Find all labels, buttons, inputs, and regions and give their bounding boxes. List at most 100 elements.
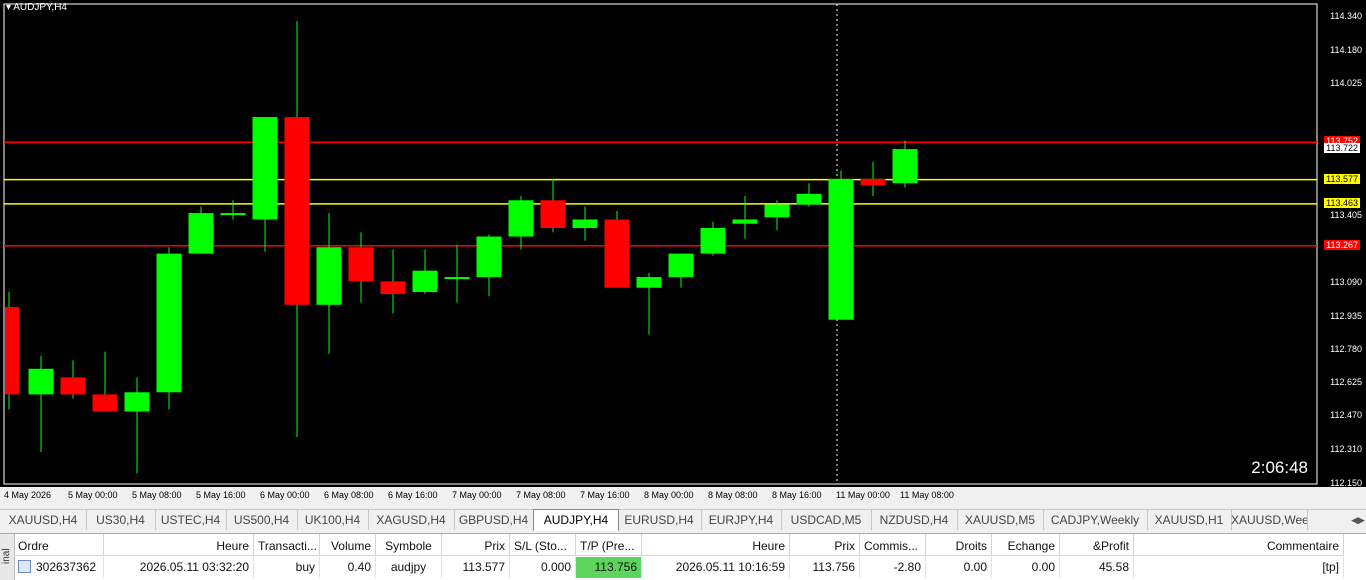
candle-body [732, 219, 758, 224]
terminal-panel: inal Ordre Heure Transacti... Volume Symbole… [0, 533, 1366, 580]
price-level-label: 113.722 [1324, 142, 1360, 153]
time-tick-label: 5 May 16:00 [196, 490, 246, 500]
terminal-side-strip[interactable]: inal [0, 534, 15, 580]
chart-tab[interactable]: US500,H4 [226, 510, 298, 530]
chart-tab[interactable]: UK100,H4 [297, 510, 369, 530]
table-cell: buy [254, 557, 320, 578]
price-tick-label: 112.935 [1330, 310, 1362, 321]
time-tick-label: 11 May 08:00 [900, 490, 954, 500]
price-tick-label: 114.025 [1330, 78, 1362, 88]
candle [636, 272, 662, 335]
candle-body [540, 200, 566, 228]
column-header[interactable]: Heure [104, 534, 254, 556]
candle-body [508, 200, 534, 237]
candle [156, 247, 182, 410]
price-level-label: 113.267 [1324, 239, 1360, 250]
column-header[interactable]: &Profit [1060, 534, 1134, 556]
column-header[interactable]: Echange [992, 534, 1060, 556]
candle [540, 178, 566, 233]
price-tick-label: 112.150 [1330, 478, 1362, 488]
time-tick-label: 4 May 2026 [4, 490, 52, 500]
candle [572, 206, 598, 241]
chart-tab[interactable]: GBPUSD,H4 [454, 510, 534, 530]
chart-tab[interactable]: XAUUSD,H4 [0, 510, 87, 530]
candle-body [188, 213, 214, 254]
candle-body [316, 247, 342, 305]
order-id: 302637362 [36, 560, 97, 574]
chart-tab-bar: XAUUSD,H4 US30,H4 USTEC,H4 US500,H4 UK100,H4… [0, 509, 1366, 531]
candle [124, 377, 150, 474]
candle [828, 170, 854, 320]
column-header[interactable]: Volume [320, 534, 376, 556]
price-tick-label: 112.470 [1330, 409, 1362, 420]
candle [668, 253, 694, 288]
column-header[interactable]: Droits [926, 534, 992, 556]
time-tick-label: 8 May 08:00 [708, 490, 758, 500]
candle-body [572, 219, 598, 228]
candle [732, 196, 758, 239]
time-tick-label: 7 May 00:00 [452, 490, 502, 500]
candle-body [636, 277, 662, 288]
column-header[interactable]: S/L (Sto... [510, 534, 576, 556]
price-level-label: 113.577 [1324, 173, 1360, 184]
column-header[interactable]: Heure [642, 534, 790, 556]
chart-tab[interactable]: CADJPY,Weekly [1043, 510, 1148, 530]
candle-body [252, 117, 278, 220]
candle [860, 161, 886, 196]
terminal-side-label: inal [1, 548, 12, 564]
candle-body [828, 178, 854, 320]
candle [5, 292, 19, 410]
candle-body [348, 247, 374, 282]
chart-tab[interactable]: AUDJPY,H4 [533, 509, 619, 531]
table-cell: 113.756 [790, 557, 860, 578]
time-tick-label: 8 May 00:00 [644, 490, 694, 500]
candle [892, 140, 918, 188]
candle-body [764, 204, 790, 218]
table-cell: 302637362 [14, 557, 104, 578]
chart-area[interactable]: ▾ AUDJPY,H4 2:06:48 114.340 114.180 114.02… [0, 0, 1366, 488]
chart-tab[interactable]: USTEC,H4 [155, 510, 227, 530]
time-tick-label: 7 May 16:00 [580, 490, 630, 500]
chart-tab[interactable]: XAGUSD,H4 [368, 510, 455, 530]
candle [28, 356, 54, 452]
column-header[interactable]: Prix [790, 534, 860, 556]
chart-tab[interactable]: XAUUSD,H1 [1147, 510, 1232, 530]
column-header[interactable]: Commis... [860, 534, 926, 556]
table-cell: -2.80 [860, 557, 926, 578]
chart-symbol-text: AUDJPY,H4 [13, 2, 67, 13]
candle-body [796, 193, 822, 205]
candle-body [284, 117, 310, 305]
time-tick-label: 6 May 00:00 [260, 490, 310, 500]
chart-tab[interactable]: EURUSD,H4 [617, 510, 702, 530]
column-header[interactable]: Prix [442, 534, 510, 556]
price-tick-label: 114.340 [1330, 10, 1362, 21]
table-cell: 113.577 [442, 557, 510, 578]
candle [508, 196, 534, 250]
price-tick-label: 112.780 [1330, 343, 1362, 354]
column-header[interactable]: Ordre [14, 534, 104, 556]
column-header[interactable]: Symbole [376, 534, 442, 556]
table-cell: 45.58 [1060, 557, 1134, 578]
column-header[interactable]: T/P (Pre... [576, 534, 642, 556]
chart-tab[interactable]: USDCAD,M5 [781, 510, 872, 530]
price-tick-label: 114.180 [1330, 44, 1362, 55]
chart-tab[interactable]: EURJPY,H4 [701, 510, 782, 530]
chart-tab[interactable]: US30,H4 [86, 510, 156, 530]
candle-body [668, 253, 694, 278]
candle-body [156, 253, 182, 393]
tab-scroll-arrows-icon[interactable]: ◀▶ [1350, 510, 1366, 530]
candle-body [380, 281, 406, 295]
candlestick-chart[interactable] [0, 0, 1366, 487]
chart-tab[interactable]: NZDUSD,H4 [871, 510, 958, 530]
chart-menu-triangle-icon[interactable]: ▾ [6, 2, 11, 13]
price-tick-label: 112.625 [1330, 376, 1362, 387]
candle-body [892, 149, 918, 184]
table-cell: 0.00 [992, 557, 1060, 578]
table-cell: 0.00 [926, 557, 992, 578]
chart-tab[interactable]: XAUUSD,M5 [957, 510, 1044, 530]
column-header[interactable]: Transacti... [254, 534, 320, 556]
column-header[interactable]: Commentaire [1134, 534, 1344, 556]
price-tick-label: 113.405 [1330, 210, 1362, 221]
candle-body [700, 228, 726, 254]
chart-tab[interactable]: XAUUSD,Wee [1231, 510, 1308, 530]
